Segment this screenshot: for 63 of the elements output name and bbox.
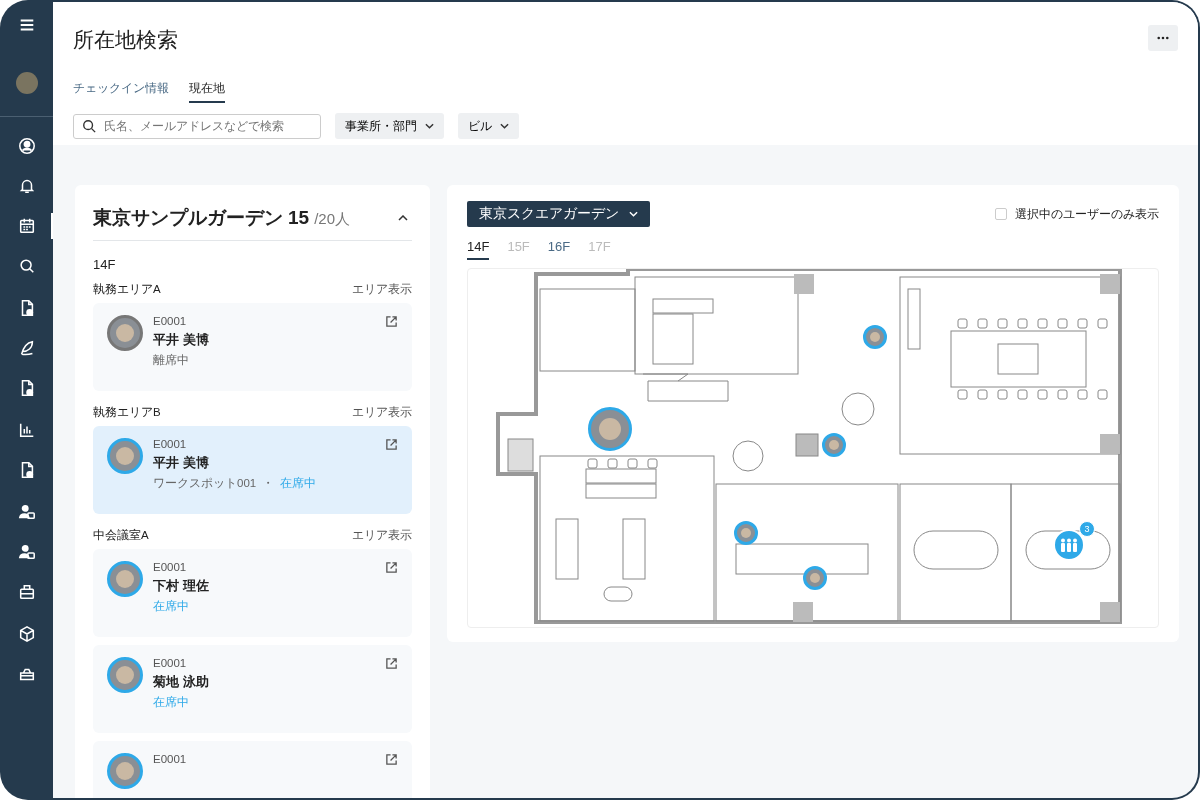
person-card[interactable]: E0001 平井 美博 ワークスポット001 ・ 在席中 [93,426,412,514]
status-text: 離席中 [153,353,189,368]
chevron-down-icon [425,123,434,129]
employee-id: E0001 [153,438,188,450]
separator-dot: ・ [262,476,275,491]
search-field[interactable]: 氏名、メールアドレスなどで検索 [73,113,321,139]
search-icon[interactable] [17,257,36,275]
filter-dropdown[interactable]: 事業所・部門 [335,113,444,139]
bar-chart-icon[interactable] [17,421,36,439]
person-name: 平井 美博 [153,331,210,349]
chevron-down-icon [500,123,509,129]
person-card[interactable]: E0001 菊地 泳助 在席中 [93,645,412,733]
employee-id: E0001 [153,657,188,669]
employee-id: E0001 [153,561,188,573]
person-icon[interactable] [17,543,36,561]
floor-tab[interactable]: 14F [467,239,490,260]
chevron-up-icon[interactable] [398,215,408,221]
cube-icon[interactable] [17,625,36,643]
location-text: ワークスポット001 [153,476,257,491]
area-link[interactable]: エリア表示 [352,405,412,420]
area-link[interactable]: エリア表示 [352,528,412,543]
external-link-icon[interactable] [385,438,398,451]
search-icon [82,119,96,133]
office-name: 東京サンプルガーデン [93,206,283,230]
person-name: 菊地 泳助 [153,673,210,691]
tab[interactable]: 現在地 [189,80,225,103]
external-link-icon[interactable] [385,315,398,328]
status-text: 在席中 [153,695,189,710]
area-name: 執務エリアB [93,405,161,420]
floor-tab[interactable]: 16F [547,239,571,260]
filter-dropdown[interactable]: ビル [458,113,519,139]
tab[interactable]: チェックイン情報 [73,80,169,103]
external-link-icon[interactable] [385,657,398,670]
employee-id: E0001 [153,315,188,327]
person-card[interactable]: E0001 下村 理佐 在席中 [93,549,412,637]
page-title: 所在地検索 [73,27,178,53]
area-link[interactable]: エリア表示 [352,282,412,297]
person-card-icon[interactable] [17,503,36,521]
total-count: /20人 [314,210,350,229]
people-group-icon [1059,538,1079,552]
external-link-icon[interactable] [385,753,398,766]
area-name: 中会議室A [93,528,149,543]
user-circle-icon[interactable] [17,137,36,155]
area-name: 執務エリアA [93,282,161,297]
person-name: 平井 美博 [153,454,210,472]
floor-tab: 17F [588,239,611,260]
person-card[interactable]: E0001 [93,741,412,798]
external-link-icon[interactable] [385,561,398,574]
more-icon [1157,36,1169,40]
status-text: 在席中 [280,476,317,491]
checkbox-label: 選択中のユーザーのみ表示 [1015,205,1159,223]
employee-id: E0001 [153,753,188,765]
floor-tab: 15F [507,239,530,260]
checkbox[interactable] [995,208,1007,220]
person-name: 下村 理佐 [153,577,210,595]
user-avatar[interactable] [15,72,38,94]
person-card[interactable]: E0001 平井 美博 離席中 [93,303,412,391]
calendar-icon[interactable] [17,217,36,235]
chevron-down-icon [629,211,638,217]
status-text: 在席中 [153,599,189,614]
present-count: 15 [288,207,310,229]
building-dropdown[interactable]: 東京スクエアガーデン [467,201,650,227]
floor-label: 14F [93,257,117,272]
